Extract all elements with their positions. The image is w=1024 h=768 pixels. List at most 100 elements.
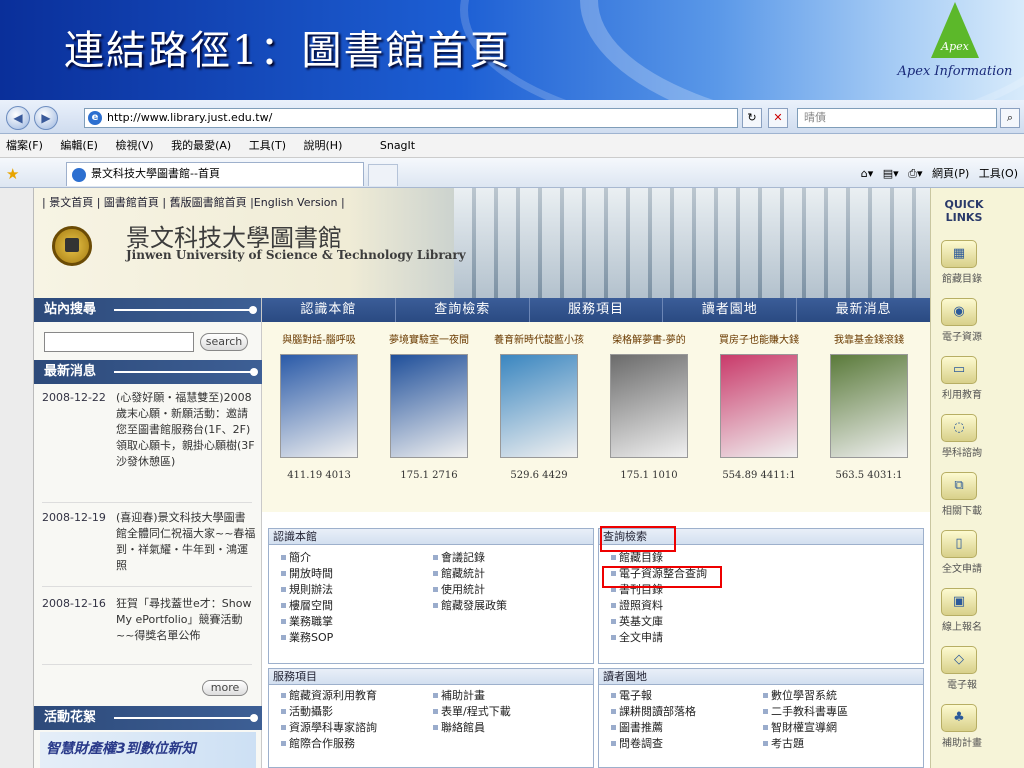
link-ill[interactable]: 館際合作服務 <box>281 737 355 751</box>
link-book-recommend[interactable]: 圖書推薦 <box>611 721 663 735</box>
news-text[interactable]: (喜迎春)景文科技大學圖書館全體同仁祝福大家~~春福到・祥氣耀・牛年到・鴻運照 <box>116 510 256 574</box>
book-icon[interactable]: ▭ <box>941 356 977 384</box>
link-duties[interactable]: 業務職掌 <box>281 615 333 629</box>
link-minutes[interactable]: 會議記錄 <box>433 551 485 565</box>
link-elearning[interactable]: 數位學習系統 <box>763 689 837 703</box>
book-item[interactable]: 我靠基金錢滾錢 563.5 4031:1 <box>814 334 924 481</box>
link-downloads[interactable]: 表單/程式下載 <box>433 705 511 719</box>
book-title[interactable]: 夢境實驗室一夜間 <box>374 334 484 348</box>
nav-news[interactable]: 最新消息 <box>797 298 930 322</box>
about-box-title[interactable]: 認識本館 <box>269 529 593 545</box>
link-ip-rights[interactable]: 智財權宣導網 <box>763 721 837 735</box>
tab-library-home[interactable]: 景文科技大學圖書館--首頁 <box>66 162 364 186</box>
link-past-exams[interactable]: 考古題 <box>763 737 804 751</box>
menu-file[interactable]: 檔案(F) <box>6 139 43 152</box>
book-cover[interactable] <box>390 354 468 458</box>
link-survey[interactable]: 問卷調查 <box>611 737 663 751</box>
link-instruction[interactable]: 館藏資源利用教育 <box>281 689 377 703</box>
print-icon[interactable]: ⎙▾ <box>908 167 922 180</box>
link-photos[interactable]: 活動攝影 <box>281 705 333 719</box>
menu-favorites[interactable]: 我的最愛(A) <box>171 139 231 152</box>
link-enewsletter[interactable]: 電子報 <box>611 689 652 703</box>
book-item[interactable]: 買房子也能賺大錢 554.89 4411:1 <box>704 334 814 481</box>
browser-search-input[interactable]: 晴債 <box>797 108 997 128</box>
link-subject-experts[interactable]: 資源學科專家諮詢 <box>281 721 377 735</box>
quick-link-label[interactable]: 館藏目錄 <box>933 270 991 285</box>
search-button[interactable]: search <box>200 333 248 351</box>
book-title[interactable]: 養育新時代靛藍小孩 <box>484 334 594 348</box>
address-field[interactable]: e http://www.library.just.edu.tw/ <box>84 108 738 128</box>
news-text[interactable]: (心發好願・福慧雙至)2008歲末心願・新願活動：邀請您至圖書館服務台(1F、2… <box>116 390 256 470</box>
quick-link-label[interactable]: 全文申請 <box>933 560 991 575</box>
link-intro[interactable]: 簡介 <box>281 551 311 565</box>
feeds-icon[interactable]: ▤▾ <box>883 167 899 180</box>
menu-help[interactable]: 說明(H) <box>304 139 343 152</box>
book-title[interactable]: 與腦對話-腦呼吸 <box>264 334 374 348</box>
link-reading-blog[interactable]: 課耕閱讀部落格 <box>611 705 696 719</box>
document-icon[interactable]: ▯ <box>941 530 977 558</box>
link-grants[interactable]: 補助計畫 <box>433 689 485 703</box>
forward-button[interactable]: ▶ <box>34 106 58 130</box>
search-go-icon[interactable]: ⌕ <box>1000 108 1020 128</box>
link-rules[interactable]: 規則辦法 <box>281 583 333 597</box>
link-collection-policy[interactable]: 館藏發展政策 <box>433 599 507 613</box>
book-title[interactable]: 買房子也能賺大錢 <box>704 334 814 348</box>
nav-about[interactable]: 認識本館 <box>262 298 396 322</box>
nav-services[interactable]: 服務項目 <box>530 298 664 322</box>
stop-button[interactable]: ✕ <box>768 108 788 128</box>
link-english-library[interactable]: 英基文庫 <box>611 615 663 629</box>
book-cover[interactable] <box>720 354 798 458</box>
monitor-icon[interactable]: ▣ <box>941 588 977 616</box>
favorites-star-icon[interactable]: ★ <box>6 165 19 183</box>
book-title[interactable]: 我靠基金錢滾錢 <box>814 334 924 348</box>
book-cover[interactable] <box>830 354 908 458</box>
quick-link-label[interactable]: 電子報 <box>933 676 991 691</box>
tools-menu[interactable]: 工具(O) <box>979 167 1018 180</box>
link-certificates[interactable]: 證照資料 <box>611 599 663 613</box>
book-cover[interactable] <box>500 354 578 458</box>
quick-link-label[interactable]: 學科諮詢 <box>933 444 991 459</box>
link-hours[interactable]: 開放時間 <box>281 567 333 581</box>
book-item[interactable]: 夢境實驗室一夜間 175.1 2716 <box>374 334 484 481</box>
link-collection-stats[interactable]: 館藏統計 <box>433 567 485 581</box>
chat-icon[interactable]: ◌ <box>941 414 977 442</box>
quick-link-label[interactable]: 電子資源 <box>933 328 991 343</box>
globe-icon[interactable]: ◉ <box>941 298 977 326</box>
quick-link-label[interactable]: 利用教育 <box>933 386 991 401</box>
quick-link-label[interactable]: 補助計畫 <box>933 734 991 749</box>
download-icon[interactable]: ⧉ <box>941 472 977 500</box>
site-search-input[interactable] <box>44 332 194 352</box>
menu-edit[interactable]: 編輯(E) <box>60 139 98 152</box>
home-icon[interactable]: ⌂▾ <box>861 167 874 180</box>
book-cover[interactable] <box>610 354 688 458</box>
link-usage-stats[interactable]: 使用統計 <box>433 583 485 597</box>
more-button[interactable]: more <box>202 680 248 696</box>
top-links[interactable]: | 景文首頁 | 圖書館首頁 | 舊版圖書館首頁 |English Versio… <box>42 194 345 210</box>
quick-link-label[interactable]: 線上報名 <box>933 618 991 633</box>
nav-search[interactable]: 查詢檢索 <box>396 298 530 322</box>
back-button[interactable]: ◀ <box>6 106 30 130</box>
tag-icon[interactable]: ◇ <box>941 646 977 674</box>
link-catalog[interactable]: 館藏目錄 <box>611 551 663 565</box>
link-floors[interactable]: 樓層空間 <box>281 599 333 613</box>
book-cover[interactable] <box>280 354 358 458</box>
nav-readers[interactable]: 讀者園地 <box>663 298 798 322</box>
readers-box-title[interactable]: 讀者園地 <box>599 669 923 685</box>
menu-snagit[interactable]: SnagIt <box>380 139 415 152</box>
book-item[interactable]: 養育新時代靛藍小孩 529.6 4429 <box>484 334 594 481</box>
link-used-textbooks[interactable]: 二手教科書專區 <box>763 705 848 719</box>
quick-link-label[interactable]: 相關下載 <box>933 502 991 517</box>
services-box-title[interactable]: 服務項目 <box>269 669 593 685</box>
menu-tools[interactable]: 工具(T) <box>249 139 286 152</box>
people-icon[interactable]: ♣ <box>941 704 977 732</box>
book-item[interactable]: 榮格解夢書-夢的 175.1 1010 <box>594 334 704 481</box>
news-text[interactable]: 狂賀「尋找蓋世e才：Show My ePortfolio」競賽活動~~得獎名單公… <box>116 596 256 644</box>
book-item[interactable]: 與腦對話-腦呼吸 411.19 4013 <box>264 334 374 481</box>
book-title[interactable]: 榮格解夢書-夢的 <box>594 334 704 348</box>
page-menu[interactable]: 網頁(P) <box>932 167 969 180</box>
new-tab-button[interactable] <box>368 164 398 186</box>
link-sop[interactable]: 業務SOP <box>281 631 333 645</box>
link-fulltext-request[interactable]: 全文申請 <box>611 631 663 645</box>
refresh-button[interactable]: ↻ <box>742 108 762 128</box>
catalog-icon[interactable]: ▦ <box>941 240 977 268</box>
